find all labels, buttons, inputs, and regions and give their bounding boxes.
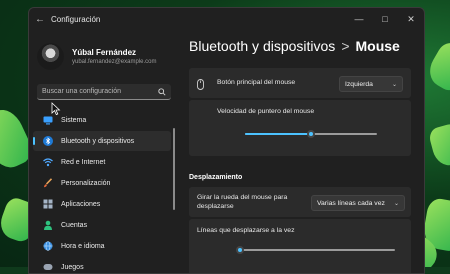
chevron-down-icon: ⌄ [393,200,399,207]
wheel-scroll-value: Varias líneas cada vez [317,199,385,207]
sidebar-item-bluetooth[interactable]: Bluetooth y dispositivos [33,131,171,151]
search-icon [158,87,166,96]
chevron-down-icon: ⌄ [391,81,397,88]
sidebar-item-label: Cuentas [61,221,88,229]
main-content: Bluetooth y dispositivos > Mouse Botón pri… [179,30,424,273]
profile-email: yubal.fernandez@example.com [72,58,157,65]
user-profile[interactable]: Yúbal Fernández yubal.fernandez@example.… [29,30,177,74]
maximize-button[interactable]: □ [372,14,398,24]
breadcrumb-parent[interactable]: Bluetooth y dispositivos [189,38,335,54]
sidebar-nav: Sistema Bluetooth y dispositivos Red e I… [29,110,177,273]
sidebar-item-red[interactable]: Red e Internet [33,152,171,172]
pointer-speed-slider[interactable] [245,130,377,138]
setting-lines-to-scroll: Líneas que desplazarse a la vez [189,219,411,273]
minimize-button[interactable]: — [346,14,372,24]
wifi-icon [43,157,53,167]
sidebar-item-cuentas[interactable]: Cuentas [33,215,171,235]
sidebar-item-label: Red e Internet [61,158,106,166]
sidebar-item-juegos[interactable]: Juegos [33,257,171,273]
sidebar: Yúbal Fernández yubal.fernandez@example.… [29,30,177,273]
setting-pointer-speed: Velocidad de puntero del mouse [189,100,411,156]
mouse-pointer-icon [51,102,61,116]
sidebar-item-label: Sistema [61,116,87,124]
back-arrow-icon[interactable]: ← [29,14,51,25]
sidebar-item-hora[interactable]: Hora e idioma [33,236,171,256]
sidebar-scrollbar[interactable] [173,128,175,210]
monitor-icon [43,115,53,125]
close-button[interactable]: ✕ [398,14,424,25]
lines-to-scroll-slider[interactable] [236,246,395,254]
brush-icon [43,178,53,188]
setting-wheel-scroll: Girar la rueda del mouse para desplazars… [189,187,411,217]
gamepad-icon [43,262,53,272]
bluetooth-icon [43,136,53,146]
wheel-scroll-label: Girar la rueda del mouse para desplazars… [197,194,288,210]
section-title-scroll: Desplazamiento [189,174,243,181]
sidebar-item-label: Aplicaciones [61,200,101,208]
sidebar-item-label: Juegos [61,263,84,271]
wheel-scroll-dropdown[interactable]: Varias líneas cada vez ⌄ [311,195,405,211]
slider-thumb[interactable] [307,130,315,138]
settings-window: ← Configuración — □ ✕ Yúbal Fernández yu… [28,7,425,274]
wallpaper-shape [423,38,450,96]
lines-to-scroll-label: Líneas que desplazarse a la vez [197,227,295,234]
sidebar-item-label: Bluetooth y dispositivos [61,137,135,145]
primary-button-label: Botón principal del mouse [217,79,296,86]
window-title: Configuración [51,14,101,24]
title-bar: ← Configuración — □ ✕ [29,8,424,30]
search-placeholder: Buscar una configuración [42,88,121,95]
avatar [37,42,64,70]
profile-name: Yúbal Fernández [72,47,137,57]
search-input[interactable]: Buscar una configuración [37,84,171,100]
apps-icon [43,199,53,209]
globe-icon [43,241,53,251]
wallpaper-shape [427,121,450,169]
sidebar-item-label: Personalización [61,179,111,187]
sidebar-item-personalizacion[interactable]: Personalización [33,173,171,193]
setting-primary-button: Botón principal del mouse Izquierda ⌄ [189,68,411,98]
sidebar-item-aplicaciones[interactable]: Aplicaciones [33,194,171,214]
breadcrumb-separator: > [341,38,350,54]
primary-button-value: Izquierda [345,80,373,88]
page-title: Mouse [355,38,400,54]
slider-thumb[interactable] [236,246,245,254]
slider-fill [245,133,311,135]
account-icon [43,220,53,230]
mouse-icon [197,77,204,95]
main-scrollbar[interactable] [424,68,425,268]
pointer-speed-label: Velocidad de puntero del mouse [217,108,315,115]
breadcrumb: Bluetooth y dispositivos > Mouse [179,30,424,54]
sidebar-item-label: Hora e idioma [61,242,105,250]
primary-button-dropdown[interactable]: Izquierda ⌄ [339,76,403,92]
